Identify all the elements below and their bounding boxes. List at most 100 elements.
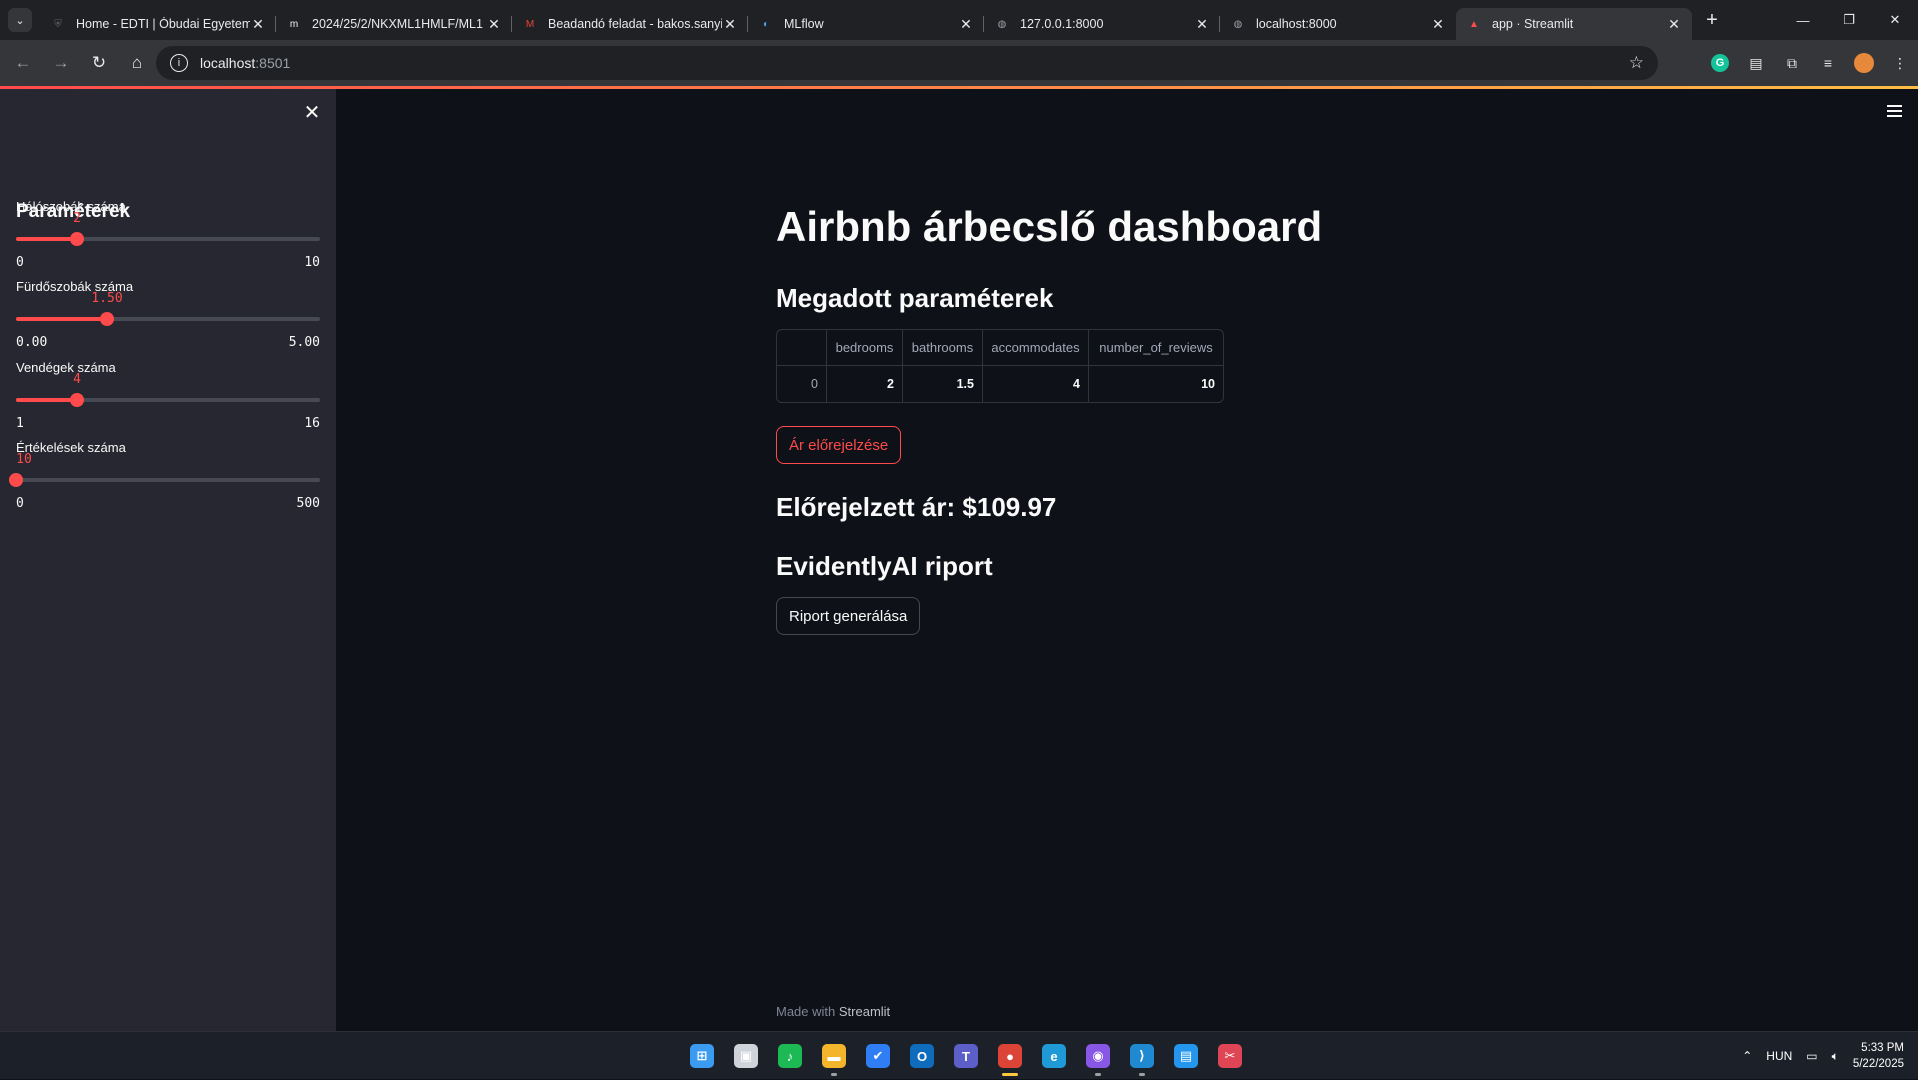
taskbar-app[interactable]: ✔	[856, 1038, 900, 1074]
task-view-icon: ▣	[734, 1044, 758, 1068]
taskbar-app[interactable]: ●	[988, 1038, 1032, 1076]
slider-label: Vendégek száma	[16, 360, 116, 375]
column-header[interactable]: number_of_reviews	[1089, 330, 1223, 366]
extensions-puzzle-icon[interactable]: ⧉	[1774, 46, 1810, 80]
params-table: bedrooms bathrooms accommodates number_of_r…	[776, 329, 1224, 403]
chrome-icon: ●	[998, 1044, 1022, 1068]
network-icon[interactable]: ▭	[1806, 1049, 1817, 1063]
volume-icon[interactable]: 🔈︎	[1832, 1049, 1839, 1064]
taskbar-app[interactable]: ▣	[724, 1038, 768, 1074]
tab-title: Beadandó feladat - bakos.sanyi	[548, 17, 722, 31]
prediction-result: Előrejelzett ár: $109.97	[776, 492, 1057, 522]
slider-max: 10	[304, 255, 320, 270]
table-cell[interactable]: 10	[1089, 366, 1223, 402]
column-header[interactable]: bathrooms	[903, 330, 983, 366]
window-close-icon[interactable]: ✕	[1872, 0, 1918, 40]
reload-icon[interactable]: ↻	[82, 46, 116, 80]
close-tab-icon[interactable]: ✕	[1194, 16, 1210, 32]
close-tab-icon[interactable]: ✕	[1430, 16, 1446, 32]
slider-thumb[interactable]	[100, 312, 114, 326]
taskbar-app[interactable]: ⟩	[1120, 1038, 1164, 1076]
close-tab-icon[interactable]: ✕	[250, 16, 266, 32]
forward-icon[interactable]: →	[44, 46, 78, 80]
slider[interactable]: Értékelések száma 10 0 500	[9, 440, 320, 520]
slider-max: 5.00	[288, 335, 320, 350]
footer-text: Made with	[776, 1004, 839, 1019]
grammarly-extension[interactable]: G	[1702, 46, 1738, 80]
taskbar-app[interactable]: e	[1032, 1038, 1076, 1074]
taskbar-app[interactable]: ▬	[812, 1038, 856, 1076]
taskbar-app[interactable]: ▤	[1164, 1038, 1208, 1074]
browser-tab[interactable]: ⛨ Home - EDTI | Óbudai Egyetem ✕	[40, 8, 276, 40]
slider-thumb[interactable]	[70, 393, 84, 407]
new-tab-button[interactable]: +	[1698, 6, 1726, 34]
streamlit-link[interactable]: Streamlit	[839, 1004, 890, 1019]
table-cell[interactable]: 4	[983, 366, 1089, 402]
browser-tab[interactable]: ◐ MLflow ✕	[748, 8, 984, 40]
slider-thumb[interactable]	[9, 473, 23, 487]
chrome-menu-icon[interactable]: ⋮	[1882, 46, 1918, 80]
taskbar-app[interactable]: ⊞	[680, 1038, 724, 1074]
column-header[interactable]: bedrooms	[827, 330, 903, 366]
slider-label: Hálószobák száma	[16, 199, 126, 214]
taskbar-app[interactable]: O	[900, 1038, 944, 1074]
taskbar-app[interactable]: ◉	[1076, 1038, 1120, 1076]
slider-min: 0	[16, 255, 24, 270]
slider[interactable]: Vendégek száma 4 1 16	[16, 360, 320, 440]
slider-value: 2	[73, 211, 81, 226]
close-tab-icon[interactable]: ✕	[486, 16, 502, 32]
taskbar-app[interactable]: T	[944, 1038, 988, 1074]
column-header[interactable]: accommodates	[983, 330, 1089, 366]
close-sidebar-icon[interactable]: ✕	[302, 103, 322, 123]
globe-icon: ◍	[997, 18, 1007, 30]
browser-tab[interactable]: ◍ localhost:8000 ✕	[1220, 8, 1456, 40]
grammarly-icon: G	[1711, 54, 1729, 72]
table-cell[interactable]: 1.5	[903, 366, 983, 402]
back-icon[interactable]: ←	[6, 46, 40, 80]
close-tab-icon[interactable]: ✕	[958, 16, 974, 32]
slider-max: 16	[304, 416, 320, 431]
restore-icon[interactable]: ❐	[1826, 0, 1872, 40]
outlook-icon: O	[910, 1044, 934, 1068]
taskbar-app[interactable]: ♪	[768, 1038, 812, 1074]
main-menu-icon[interactable]	[1884, 102, 1908, 122]
browser-toolbar: ← → ↻ ⌂ i localhost:8501 ☆ G ▤ ⧉ ≡ ⋮	[0, 40, 1918, 86]
slider-track[interactable]	[16, 478, 320, 482]
minimize-icon[interactable]: —	[1780, 0, 1826, 40]
university-icon: ⛨	[54, 18, 62, 30]
browser-tab[interactable]: ◍ 127.0.0.1:8000 ✕	[984, 8, 1220, 40]
browser-tab[interactable]: M Beadandó feladat - bakos.sanyi ✕	[512, 8, 748, 40]
tray-overflow-icon[interactable]: ⌃	[1742, 1049, 1752, 1063]
clock[interactable]: 5:33 PM 5/22/2025	[1853, 1040, 1904, 1072]
row-index[interactable]: 0	[777, 366, 827, 402]
browser-tab[interactable]: m 2024/25/2/NKXML1HMLF/ML1 ✕	[276, 8, 512, 40]
slider[interactable]: Fürdőszobák száma 1.50 0.00 5.00	[16, 279, 320, 359]
running-indicator	[1002, 1073, 1018, 1076]
windows-start-icon: ⊞	[690, 1044, 714, 1068]
slider-thumb[interactable]	[70, 232, 84, 246]
predict-price-button[interactable]: Ár előrejelzése	[776, 426, 902, 464]
home-icon[interactable]: ⌂	[120, 46, 154, 80]
snipping-tool-icon: ✂	[1218, 1044, 1242, 1068]
taskbar-app[interactable]: ✂	[1208, 1038, 1252, 1074]
profile-avatar[interactable]	[1846, 46, 1882, 80]
close-tab-icon[interactable]: ✕	[1666, 16, 1682, 32]
column-header[interactable]	[777, 330, 827, 366]
tab-search-button[interactable]: ⌄	[8, 8, 32, 32]
reading-mode-icon[interactable]: ▤	[1738, 46, 1774, 80]
language-indicator[interactable]: HUN	[1766, 1049, 1792, 1063]
generate-report-button[interactable]: Riport generálása	[776, 597, 921, 635]
streamlit-icon: ▲	[1469, 18, 1479, 30]
docker-icon: ▤	[1174, 1044, 1198, 1068]
address-bar[interactable]: i localhost:8501 ☆	[156, 46, 1658, 80]
page-title: Airbnb árbecslő dashboard	[776, 203, 1323, 250]
media-controls-icon[interactable]: ≡	[1810, 46, 1846, 80]
close-tab-icon[interactable]: ✕	[722, 16, 738, 32]
browser-tab[interactable]: ▲ app · Streamlit ✕	[1456, 8, 1692, 40]
bookmark-star-icon[interactable]: ☆	[1629, 53, 1644, 73]
slider-min: 0	[16, 496, 24, 511]
slider[interactable]: Hálószobák száma 2 0 10	[16, 199, 320, 279]
site-info-icon[interactable]: i	[170, 54, 188, 72]
table-cell[interactable]: 2	[827, 366, 903, 402]
tab-title: localhost:8000	[1256, 17, 1337, 31]
